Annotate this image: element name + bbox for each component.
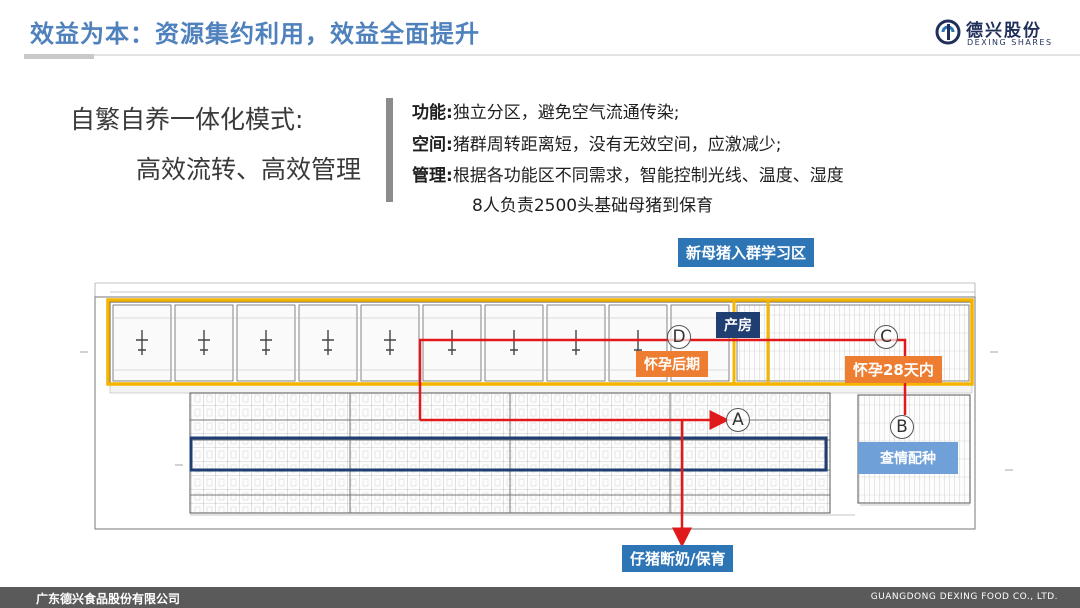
- farm-floor-plan: [80, 282, 1013, 548]
- footer-company-cn: 广东德兴食品股份有限公司: [36, 592, 181, 606]
- zone-marker-c: C: [874, 325, 898, 349]
- weaning-nursery-label: 仔猪断奶/保育: [622, 545, 734, 572]
- corridor: [109, 384, 973, 394]
- zone-marker-b: B: [890, 415, 914, 439]
- footer-company-en: GUANGDONG DEXING FOOD CO., LTD.: [870, 592, 1058, 602]
- early-pregnancy-label: 怀孕28天内: [845, 356, 942, 383]
- zone-marker-d: D: [667, 325, 691, 349]
- heat-check-mating-label: 查情配种: [858, 442, 958, 474]
- late-pregnancy-label: 怀孕后期: [636, 351, 708, 377]
- new-sow-learning-zone-label: 新母猪入群学习区: [678, 238, 815, 267]
- footer-bar: 广东德兴食品股份有限公司 GUANGDONG DEXING FOOD CO., …: [0, 587, 1080, 608]
- farrowing-room-label: 产房: [716, 312, 760, 338]
- zone-marker-a: A: [726, 408, 750, 432]
